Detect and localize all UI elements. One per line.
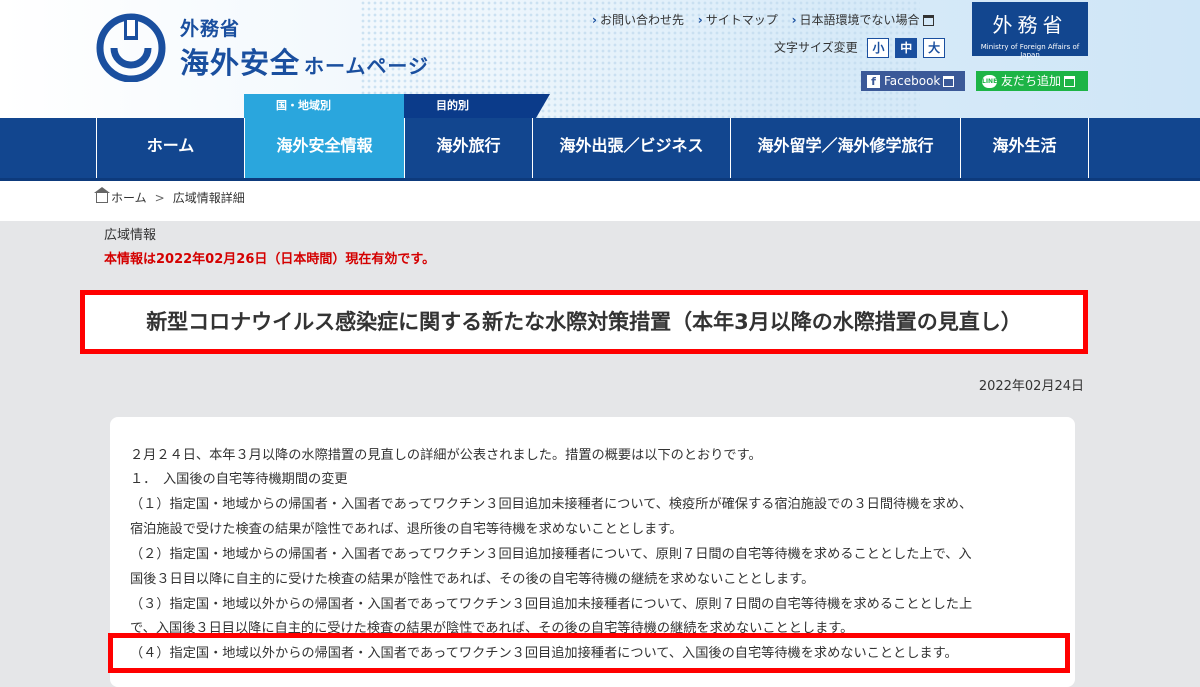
font-size-large-button[interactable]: 大	[923, 38, 946, 58]
breadcrumb-separator: >	[154, 191, 165, 205]
logo-text-site[interactable]: 海外安全 ホームページ	[180, 40, 429, 82]
breadcrumb-home-link[interactable]: ホーム	[111, 191, 147, 205]
nav-business-trip[interactable]: 海外出張／ビジネス	[532, 118, 730, 178]
body-paragraph: （３）指定国・地域以外からの帰国者・入国者であってワクチン３回目追加未接種者につ…	[130, 597, 973, 612]
breadcrumb: ホーム > 広域情報詳細	[94, 187, 245, 206]
body-paragraph: （２）指定国・地域からの帰国者・入国者であってワクチン３回目追加接種者について、…	[130, 547, 972, 562]
line-icon: LINE	[982, 75, 997, 88]
line-add-friend-button[interactable]: LINE 友だち追加	[976, 71, 1088, 91]
font-size-medium-button[interactable]: 中	[895, 38, 918, 58]
font-size-switcher: 文字サイズ変更 小 中 大	[774, 38, 946, 58]
new-window-icon	[922, 15, 934, 26]
subtab-by-region[interactable]: 国・地域別	[244, 94, 418, 118]
nav-overseas-safety-info[interactable]: 海外安全情報	[244, 118, 404, 178]
mofa-logo-jp: 外務省	[992, 13, 1068, 37]
contact-link[interactable]: › お問い合わせ先	[592, 13, 684, 27]
body-paragraph: １． 入国後の自宅等待機期間の変更	[130, 472, 348, 487]
nav-living-abroad[interactable]: 海外生活	[960, 118, 1088, 178]
facebook-icon: f	[867, 75, 880, 88]
breadcrumb-current: 広域情報詳細	[172, 191, 245, 205]
info-category: 広域情報	[104, 228, 157, 243]
chevron-right-icon: ›	[697, 13, 703, 27]
body-paragraph: ２月２４日、本年３月以降の水際措置の見直しの詳細が公表されました。措置の概要は以…	[130, 448, 762, 463]
nav-study-abroad[interactable]: 海外留学／海外修学旅行	[730, 118, 960, 178]
facebook-button[interactable]: f Facebook	[861, 71, 965, 91]
site-header: 外務省 海外安全 ホームページ › お問い合わせ先 › サイトマップ › 日本語環境でな…	[0, 0, 1200, 118]
font-size-label: 文字サイズ変更	[774, 40, 858, 55]
body-paragraph: 宿泊施設で受けた検査の結果が陰性であれば、退所後の自宅等待機を求めないこととしま…	[130, 522, 683, 537]
home-icon	[94, 187, 110, 203]
nav-divider	[1088, 118, 1089, 178]
article-title-box: 新型コロナウイルス感染症に関する新たな水際対策措置（本年3月以降の水際措置の見直…	[80, 290, 1088, 354]
body-paragraph: 国後３日目以降に自主的に受けた検査の結果が陰性であれば、その後の自宅等待機の継続…	[130, 572, 815, 587]
breadcrumb-bar: ホーム > 広域情報詳細	[0, 181, 1200, 221]
validity-notice: 本情報は2022年02月26日（日本時間）現在有効です。	[104, 252, 436, 267]
chevron-right-icon: ›	[791, 13, 797, 27]
new-window-icon	[1064, 76, 1076, 87]
global-nav: ホーム 海外安全情報 海外旅行 海外出張／ビジネス 海外留学／海外修学旅行 海外…	[0, 118, 1200, 181]
nav-overseas-travel[interactable]: 海外旅行	[404, 118, 532, 178]
mofa-logo-en: Ministry of Foreign Affairs of Japan	[980, 43, 1080, 59]
nav-home[interactable]: ホーム	[96, 118, 244, 178]
logo-text-ministry: 外務省	[180, 18, 241, 40]
chevron-right-icon: ›	[592, 13, 597, 27]
logo-text-main: 海外安全	[180, 46, 301, 80]
utility-links: › お問い合わせ先 › サイトマップ › 日本語環境でない場合	[592, 11, 944, 28]
body-paragraph: （１）指定国・地域からの帰国者・入国者であってワクチン３回目追加未接種者について…	[130, 497, 973, 512]
mofa-logo-link[interactable]: 外務省 Ministry of Foreign Affairs of Japan	[972, 2, 1088, 59]
new-window-icon	[943, 76, 955, 87]
subtab-by-purpose[interactable]: 目的別	[404, 94, 550, 118]
logo-text-suffix: ホームページ	[304, 54, 430, 78]
highlight-box	[108, 633, 1070, 673]
logo-icon[interactable]	[96, 10, 166, 82]
publish-date: 2022年02月24日	[978, 379, 1084, 394]
non-japanese-env-link[interactable]: › 日本語環境でない場合	[792, 13, 934, 27]
article-title: 新型コロナウイルス感染症に関する新たな水際対策措置（本年3月以降の水際措置の見直…	[146, 310, 1022, 334]
sitemap-link[interactable]: › サイトマップ	[698, 13, 778, 27]
font-size-small-button[interactable]: 小	[867, 38, 890, 58]
